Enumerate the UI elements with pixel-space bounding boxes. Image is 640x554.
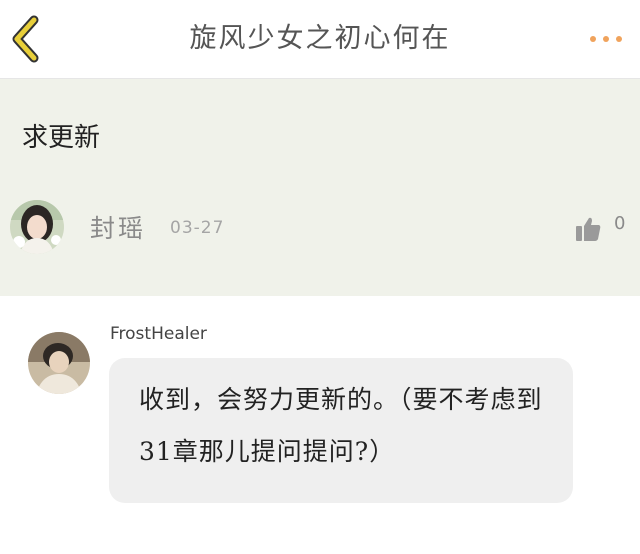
more-options-button[interactable]	[586, 30, 626, 50]
post-text: 求更新	[22, 123, 101, 153]
reply-bubble: 收到，会努力更新的。（要不考虑到31章那儿提问提问?）	[109, 358, 573, 503]
reply-author-avatar[interactable]	[28, 332, 90, 394]
post-author-name[interactable]: 封瑶	[90, 209, 146, 245]
avatar-photo	[10, 200, 64, 254]
thumbs-up-icon	[576, 217, 601, 241]
top-nav-bar: 旋风少女之初心何在	[0, 0, 640, 79]
avatar-photo	[28, 332, 90, 394]
page-title: 旋风少女之初心何在	[189, 23, 451, 54]
original-post: 求更新 封瑶 03-27 0	[0, 79, 640, 296]
post-date: 03-27	[170, 218, 225, 238]
reply-author-name[interactable]: FrostHealer	[110, 324, 207, 344]
post-author-avatar[interactable]	[10, 200, 64, 254]
like-count: 0	[614, 213, 626, 234]
like-button[interactable]	[574, 215, 602, 243]
reply-text: 收到，会努力更新的。（要不考虑到31章那儿提问提问?）	[139, 385, 543, 466]
